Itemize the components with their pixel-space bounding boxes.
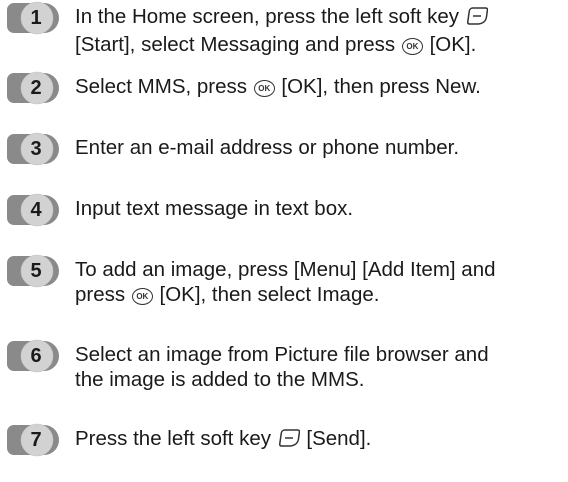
step-text-line: Press the left soft key [Send]. — [75, 426, 565, 454]
step-text-line: To add an image, press [Menu] [Add Item]… — [75, 257, 565, 282]
step-text-segment: press — [75, 283, 131, 306]
step-text: Select an image from Picture file browse… — [75, 342, 565, 392]
step-text: In the Home screen, press the left soft … — [75, 4, 565, 57]
step-number: 1 — [30, 7, 42, 29]
step-text-segment: To add an image, press [Menu] [Add Item]… — [75, 258, 496, 281]
step-text-line: Select MMS, press OK [OK], then press Ne… — [75, 74, 565, 99]
step-number: 4 — [30, 199, 42, 221]
ok-key-icon: OK — [131, 288, 153, 305]
step-number: 2 — [30, 77, 42, 99]
step-text-line: Enter an e-mail address or phone number. — [75, 135, 565, 160]
step-number: 5 — [30, 260, 42, 282]
step-text: To add an image, press [Menu] [Add Item]… — [75, 257, 565, 307]
step-number-badge: 3 — [4, 131, 62, 167]
step-number-badge: 6 — [4, 338, 62, 374]
step-number: 3 — [30, 138, 42, 160]
step-text-segment: In the Home screen, press the left soft … — [75, 5, 465, 28]
step-text-line: [Start], select Messaging and press OK [… — [75, 32, 565, 57]
step-text-segment: [Send]. — [300, 427, 372, 450]
step-number-badge: 5 — [4, 253, 62, 289]
step-text-line: In the Home screen, press the left soft … — [75, 4, 565, 32]
step-text-segment: [OK]. — [423, 33, 477, 56]
step-text-segment: [OK], then select Image. — [153, 283, 380, 306]
step-number: 6 — [30, 345, 42, 367]
left-soft-key-icon — [278, 428, 300, 454]
step-text-segment: [OK], then press New. — [275, 75, 481, 98]
step-text-line: press OK [OK], then select Image. — [75, 282, 565, 307]
step-text: Enter an e-mail address or phone number. — [75, 135, 565, 160]
step-text-segment: Enter an e-mail address or phone number. — [75, 136, 460, 159]
step-text: Input text message in text box. — [75, 196, 565, 221]
step-text: Press the left soft key [Send]. — [75, 426, 565, 454]
step-text-segment: [Start], select Messaging and press — [75, 33, 401, 56]
step-number-badge: 2 — [4, 70, 62, 106]
step-number: 7 — [30, 429, 42, 451]
step-text-line: Input text message in text box. — [75, 196, 565, 221]
step-text-segment: Input text message in text box. — [75, 197, 354, 220]
step-text-segment: Press the left soft key — [75, 427, 277, 450]
left-soft-key-icon — [466, 6, 488, 32]
step-text-segment: Select MMS, press — [75, 75, 253, 98]
step-text-segment: Select an image from Picture file browse… — [75, 343, 489, 366]
step-text-segment: the image is added to the MMS. — [75, 368, 365, 391]
step-text-line: Select an image from Picture file browse… — [75, 342, 565, 367]
step-number-badge: 7 — [4, 422, 62, 458]
ok-key-icon: OK — [401, 38, 423, 55]
step-number-badge: 4 — [4, 192, 62, 228]
ok-key-icon: OK — [253, 80, 275, 97]
step-text-line: the image is added to the MMS. — [75, 367, 565, 392]
step-number-badge: 1 — [4, 0, 62, 36]
step-text: Select MMS, press OK [OK], then press Ne… — [75, 74, 565, 99]
